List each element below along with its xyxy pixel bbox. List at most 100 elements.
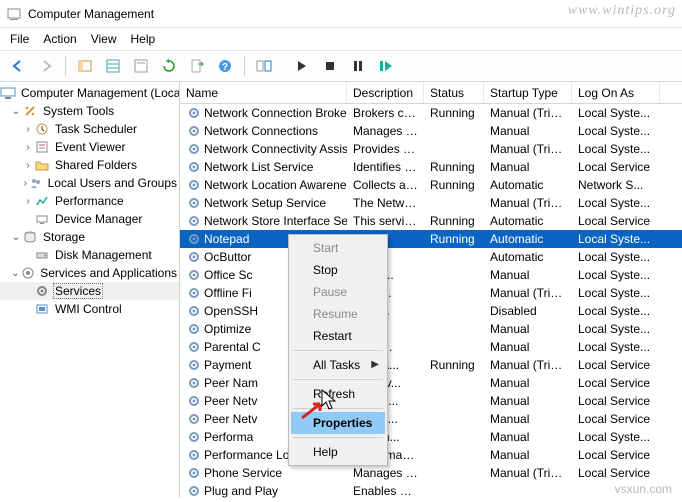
table-row[interactable]: Parental Ces pa...ManualLocal Syste... — [180, 338, 682, 356]
help-button[interactable]: ? — [213, 54, 237, 78]
expand-icon[interactable]: › — [22, 142, 34, 153]
export-list-button[interactable] — [101, 54, 125, 78]
menu-file[interactable]: File — [10, 32, 29, 46]
restart-service-button[interactable] — [374, 54, 398, 78]
service-name: Optimize — [204, 322, 251, 336]
tree-label: Task Scheduler — [53, 122, 139, 136]
expand-icon[interactable]: › — [22, 178, 29, 189]
tree-task-scheduler[interactable]: › Task Scheduler — [0, 120, 179, 138]
table-row[interactable]: Peer Netves mul...ManualLocal Service — [180, 392, 682, 410]
service-logon: Network S... — [572, 178, 660, 192]
table-row[interactable]: Network Connection BrokerBrokers con...R… — [180, 104, 682, 122]
table-row[interactable]: Performance Logs & AlertsPerformanc...Ma… — [180, 446, 682, 464]
gear-icon — [186, 465, 202, 481]
table-row[interactable]: Network List ServiceIdentifies th...Runn… — [180, 158, 682, 176]
gear-icon — [186, 105, 202, 121]
navigation-tree[interactable]: Computer Management (Local ⌄ System Tool… — [0, 82, 180, 498]
menu-view[interactable]: View — [91, 32, 117, 46]
tree-performance[interactable]: › Performance — [0, 192, 179, 210]
gear-icon — [186, 123, 202, 139]
menu-item-properties[interactable]: Properties — [291, 412, 385, 434]
expand-icon[interactable]: ⌄ — [10, 268, 21, 279]
gear-icon — [186, 321, 202, 337]
services-list[interactable]: Name Description Status Startup Type Log… — [180, 82, 682, 498]
menu-help[interactable]: Help — [131, 32, 156, 46]
tree-disk-management[interactable]: Disk Management — [0, 246, 179, 264]
col-status[interactable]: Status — [424, 82, 484, 103]
service-name: Parental C — [204, 340, 261, 354]
gear-icon — [186, 357, 202, 373]
table-row[interactable]: NotepadRunningAutomaticLocal Syste... — [180, 230, 682, 248]
tree-label: Disk Management — [53, 248, 154, 262]
tree-system-tools[interactable]: ⌄ System Tools — [0, 102, 179, 120]
tools-icon — [22, 103, 38, 119]
menu-action[interactable]: Action — [43, 32, 76, 46]
service-name: Peer Nam — [204, 376, 258, 390]
menu-item-stop[interactable]: Stop — [291, 259, 385, 281]
table-row[interactable]: Network Setup ServiceThe Networ...Manual… — [180, 194, 682, 212]
tree-local-users[interactable]: › Local Users and Groups — [0, 174, 179, 192]
expand-icon[interactable]: › — [22, 160, 34, 171]
expand-icon[interactable]: ⌄ — [10, 106, 22, 117]
table-row[interactable]: Offline Fiffline ...Manual (Trig...Local… — [180, 284, 682, 302]
tree-services[interactable]: Services — [0, 282, 179, 300]
tree-wmi-control[interactable]: WMI Control — [0, 300, 179, 318]
service-desc: Identifies th... — [347, 160, 424, 174]
table-row[interactable]: Peer Netvles ide...ManualLocal Service — [180, 410, 682, 428]
forward-button[interactable] — [34, 54, 58, 78]
export-button[interactable] — [185, 54, 209, 78]
menu-item-all-tasks[interactable]: All Tasks▶ — [291, 354, 385, 376]
table-row[interactable]: OcButtorAutomaticLocal Syste... — [180, 248, 682, 266]
menu-item-help[interactable]: Help — [291, 441, 385, 463]
col-name[interactable]: Name — [180, 82, 347, 103]
tree-storage[interactable]: ⌄ Storage — [0, 228, 179, 246]
expand-icon[interactable]: ⌄ — [10, 232, 22, 243]
col-startup[interactable]: Startup Type — [484, 82, 572, 103]
table-row[interactable]: Optimizethe c...ManualLocal Syste... — [180, 320, 682, 338]
performance-icon — [34, 193, 50, 209]
col-description[interactable]: Description — [347, 82, 424, 103]
service-logon: Local Service — [572, 448, 660, 462]
disk-icon — [34, 247, 50, 263]
menu-item-refresh[interactable]: Refresh — [291, 383, 385, 405]
service-name: Network Store Interface Ser... — [204, 214, 347, 228]
expand-icon[interactable]: › — [22, 124, 34, 135]
table-row[interactable]: Paymentges pa...RunningManual (Trig...Lo… — [180, 356, 682, 374]
table-row[interactable]: Network ConnectionsManages o...ManualLoc… — [180, 122, 682, 140]
properties-button[interactable] — [129, 54, 153, 78]
gear-icon — [186, 411, 202, 427]
tree-root[interactable]: Computer Management (Local — [0, 84, 179, 102]
toolbar-sep — [65, 56, 66, 76]
table-row[interactable]: Network Connectivity Assis...Provides Di… — [180, 140, 682, 158]
stop-service-button[interactable] — [346, 54, 370, 78]
tree-services-apps[interactable]: ⌄ Services and Applications — [0, 264, 179, 282]
service-name: Network Location Awareness — [204, 178, 347, 192]
menu-item-restart[interactable]: Restart — [291, 325, 385, 347]
action-pane-button[interactable] — [252, 54, 276, 78]
back-button[interactable] — [6, 54, 30, 78]
tree-event-viewer[interactable]: › Event Viewer — [0, 138, 179, 156]
table-row[interactable]: Office Scinstall...ManualLocal Syste... — [180, 266, 682, 284]
gear-icon — [186, 177, 202, 193]
tree-device-manager[interactable]: Device Manager — [0, 210, 179, 228]
table-row[interactable]: OpenSSHto ho...DisabledLocal Syste... — [180, 302, 682, 320]
table-row[interactable]: Performaes rem...ManualLocal Syste... — [180, 428, 682, 446]
service-startup: Manual — [484, 322, 572, 336]
show-hide-button[interactable] — [73, 54, 97, 78]
tree-shared-folders[interactable]: › Shared Folders — [0, 156, 179, 174]
expand-icon[interactable]: › — [22, 196, 34, 207]
gear-icon — [186, 339, 202, 355]
service-desc: Collects an... — [347, 178, 424, 192]
table-row[interactable]: Peer Names serv...ManualLocal Service — [180, 374, 682, 392]
table-row[interactable]: Phone ServiceManages th...Manual (Trig..… — [180, 464, 682, 482]
table-row[interactable]: Plug and PlayEnables a c... — [180, 482, 682, 498]
refresh-button[interactable] — [157, 54, 181, 78]
tree-label: Shared Folders — [53, 158, 139, 172]
table-row[interactable]: Network Location AwarenessCollects an...… — [180, 176, 682, 194]
start-service-button[interactable] — [290, 54, 314, 78]
pause-service-button[interactable] — [318, 54, 342, 78]
col-logon[interactable]: Log On As — [572, 82, 660, 103]
gear-icon — [186, 303, 202, 319]
service-logon: Local Syste... — [572, 232, 660, 246]
table-row[interactable]: Network Store Interface Ser...This servi… — [180, 212, 682, 230]
